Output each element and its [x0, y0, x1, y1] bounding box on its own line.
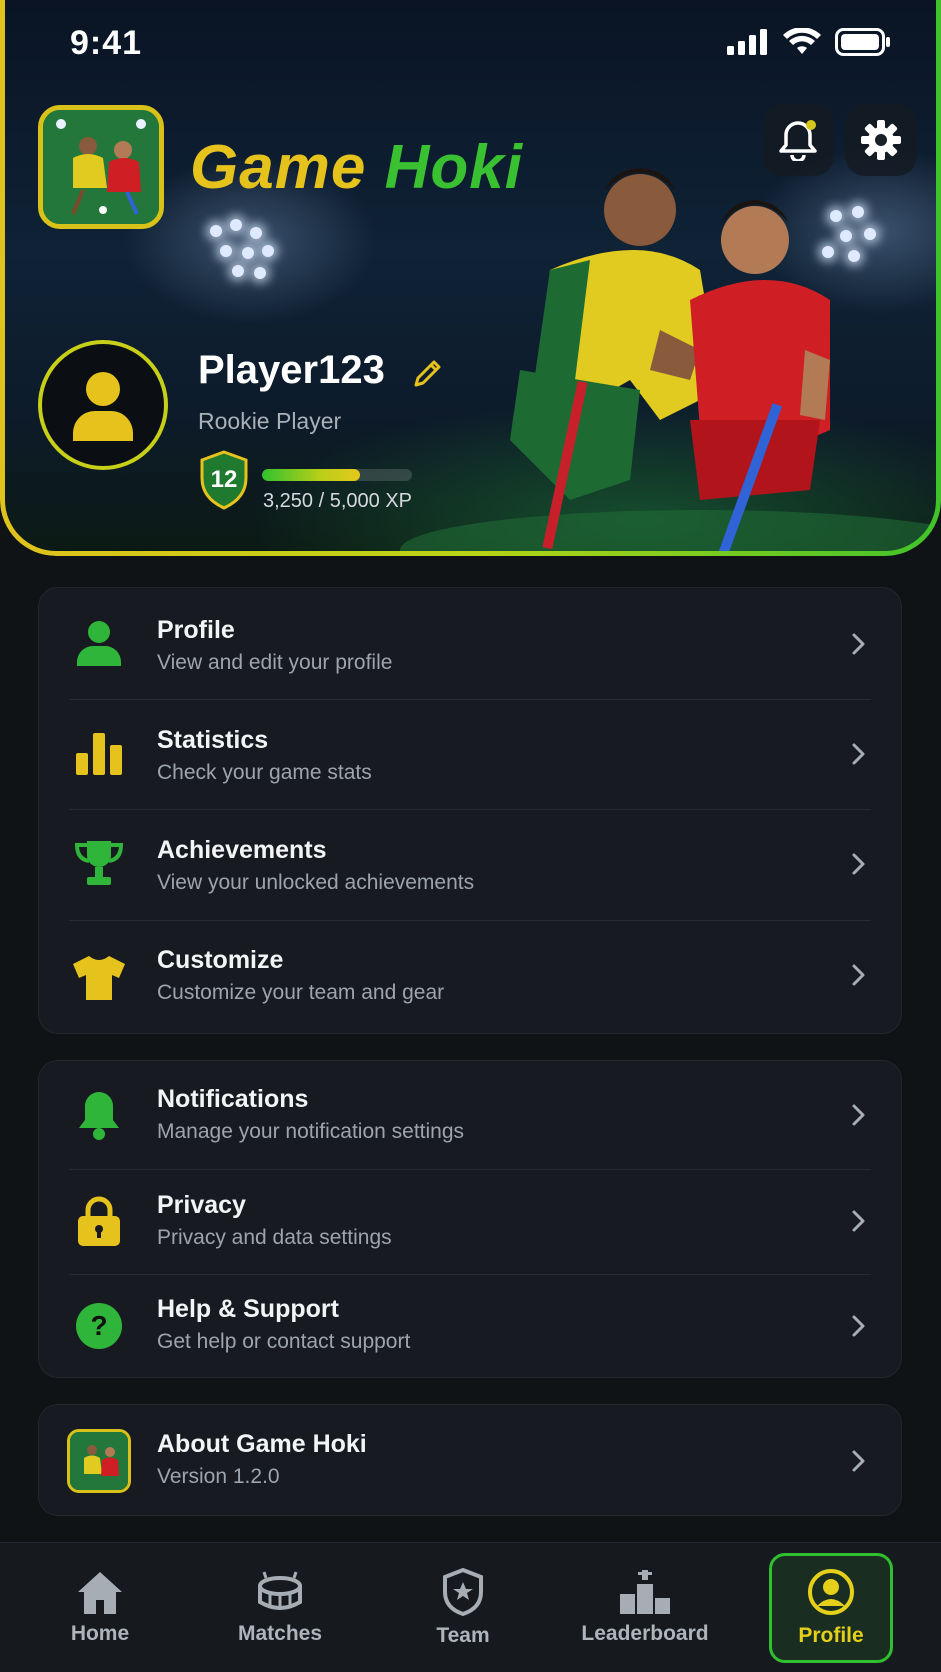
- shield-star-icon: [443, 1568, 483, 1616]
- nav-label: Leaderboard: [581, 1622, 709, 1645]
- nav-team[interactable]: Team: [413, 1553, 513, 1663]
- app-title-word-2: Hoki: [384, 133, 523, 202]
- about-card[interactable]: About Game Hoki Version 1.2.0: [38, 1404, 902, 1516]
- nav-matches[interactable]: Matches: [220, 1553, 340, 1663]
- chevron-right-icon: [852, 633, 865, 655]
- menu-item-title: Profile: [157, 616, 235, 644]
- menu-item-help-support[interactable]: ? Help & Support Get help or contact sup…: [39, 1274, 901, 1379]
- app-version: Version 1.2.0: [157, 1465, 280, 1488]
- menu-item-title: Customize: [157, 946, 284, 974]
- menu-item-title: Notifications: [157, 1085, 309, 1113]
- svg-text:?: ?: [90, 1310, 107, 1341]
- trophy-icon: [69, 834, 129, 894]
- battery-icon: [835, 28, 890, 56]
- menu-item-subtitle: Manage your notification settings: [157, 1120, 465, 1143]
- chevron-right-icon: [852, 1210, 865, 1232]
- menu-item-privacy[interactable]: Privacy Privacy and data settings: [39, 1169, 901, 1274]
- wifi-icon: [783, 28, 821, 54]
- menu-item-about[interactable]: About Game Hoki Version 1.2.0: [39, 1405, 901, 1517]
- menu-item-subtitle: View and edit your profile: [157, 651, 393, 674]
- menu-item-notifications[interactable]: Notifications Manage your notification s…: [39, 1061, 901, 1169]
- menu-item-title: Help & Support: [157, 1295, 339, 1323]
- stadium-icon: [258, 1571, 302, 1610]
- menu-item-title: About Game Hoki: [157, 1430, 367, 1458]
- hockey-players-illustration: [400, 168, 941, 556]
- menu-item-subtitle: Privacy and data settings: [157, 1226, 392, 1249]
- chevron-right-icon: [852, 1315, 865, 1337]
- cellular-signal-icon: [727, 29, 767, 55]
- profile-hero: 9:41 Game Hoki Player123 Rookie Player 1…: [0, 0, 941, 556]
- nav-label: Team: [436, 1624, 490, 1647]
- notification-dot: [806, 120, 816, 130]
- menu-item-subtitle: Check your game stats: [157, 761, 372, 784]
- nav-label: Home: [70, 1622, 130, 1645]
- status-bar: 9:41: [0, 0, 941, 90]
- menu-item-customize[interactable]: Customize Customize your team and gear: [39, 920, 901, 1035]
- menu-item-profile[interactable]: Profile View and edit your profile: [39, 588, 901, 699]
- nav-label: Matches: [237, 1622, 323, 1645]
- menu-card-settings: Notifications Manage your notification s…: [38, 1060, 902, 1378]
- xp-progress-bar: [262, 469, 412, 481]
- bottom-nav: Home Matches Team Leaderboard Profile: [0, 1542, 941, 1672]
- player-rank: Rookie Player: [198, 408, 342, 434]
- bell-icon: [69, 1085, 129, 1145]
- level-number: 12: [210, 466, 238, 493]
- chevron-right-icon: [852, 1450, 865, 1472]
- person-icon: [69, 613, 129, 673]
- app-logo-small-icon: [67, 1429, 131, 1493]
- nav-label: Profile: [798, 1624, 864, 1647]
- menu-item-statistics[interactable]: Statistics Check your game stats: [39, 699, 901, 809]
- menu-item-subtitle: View your unlocked achievements: [157, 871, 475, 894]
- menu-item-title: Privacy: [157, 1191, 246, 1219]
- status-time: 9:41: [70, 24, 143, 62]
- menu-item-subtitle: Get help or contact support: [157, 1330, 411, 1353]
- app-logo: [38, 105, 164, 229]
- lock-icon: [69, 1191, 129, 1251]
- xp-progress-fill: [262, 469, 360, 481]
- avatar[interactable]: [38, 340, 168, 470]
- menu-item-achievements[interactable]: Achievements View your unlocked achievem…: [39, 809, 901, 920]
- xp-text: 3,250 / 5,000 XP: [263, 490, 413, 512]
- help-icon: ?: [69, 1296, 129, 1356]
- settings-button[interactable]: [845, 104, 917, 176]
- chevron-right-icon: [852, 1104, 865, 1126]
- edit-pencil-icon[interactable]: [412, 354, 446, 388]
- app-title-word-1: Game: [190, 133, 367, 202]
- podium-icon: [620, 1570, 670, 1614]
- nav-profile[interactable]: Profile: [769, 1553, 893, 1663]
- bar-chart-icon: [69, 724, 129, 784]
- player-name: Player123: [198, 348, 385, 392]
- menu-item-subtitle: Customize your team and gear: [157, 981, 445, 1004]
- user-avatar-icon: [73, 372, 133, 441]
- app-title: Game Hoki: [190, 132, 523, 203]
- nav-leaderboard[interactable]: Leaderboard: [575, 1553, 715, 1663]
- chevron-right-icon: [852, 853, 865, 875]
- status-icons: [727, 28, 891, 56]
- gear-icon: [861, 120, 901, 160]
- menu-item-title: Statistics: [157, 726, 269, 754]
- nav-home[interactable]: Home: [50, 1553, 150, 1663]
- jersey-icon: [69, 948, 129, 1008]
- menu-item-title: Achievements: [157, 836, 327, 864]
- menu-card-main: Profile View and edit your profile Stati…: [38, 587, 902, 1034]
- chevron-right-icon: [852, 743, 865, 765]
- notifications-button[interactable]: [762, 104, 834, 176]
- home-icon: [78, 1572, 122, 1614]
- profile-circle-icon: [808, 1569, 854, 1615]
- chevron-right-icon: [852, 964, 865, 986]
